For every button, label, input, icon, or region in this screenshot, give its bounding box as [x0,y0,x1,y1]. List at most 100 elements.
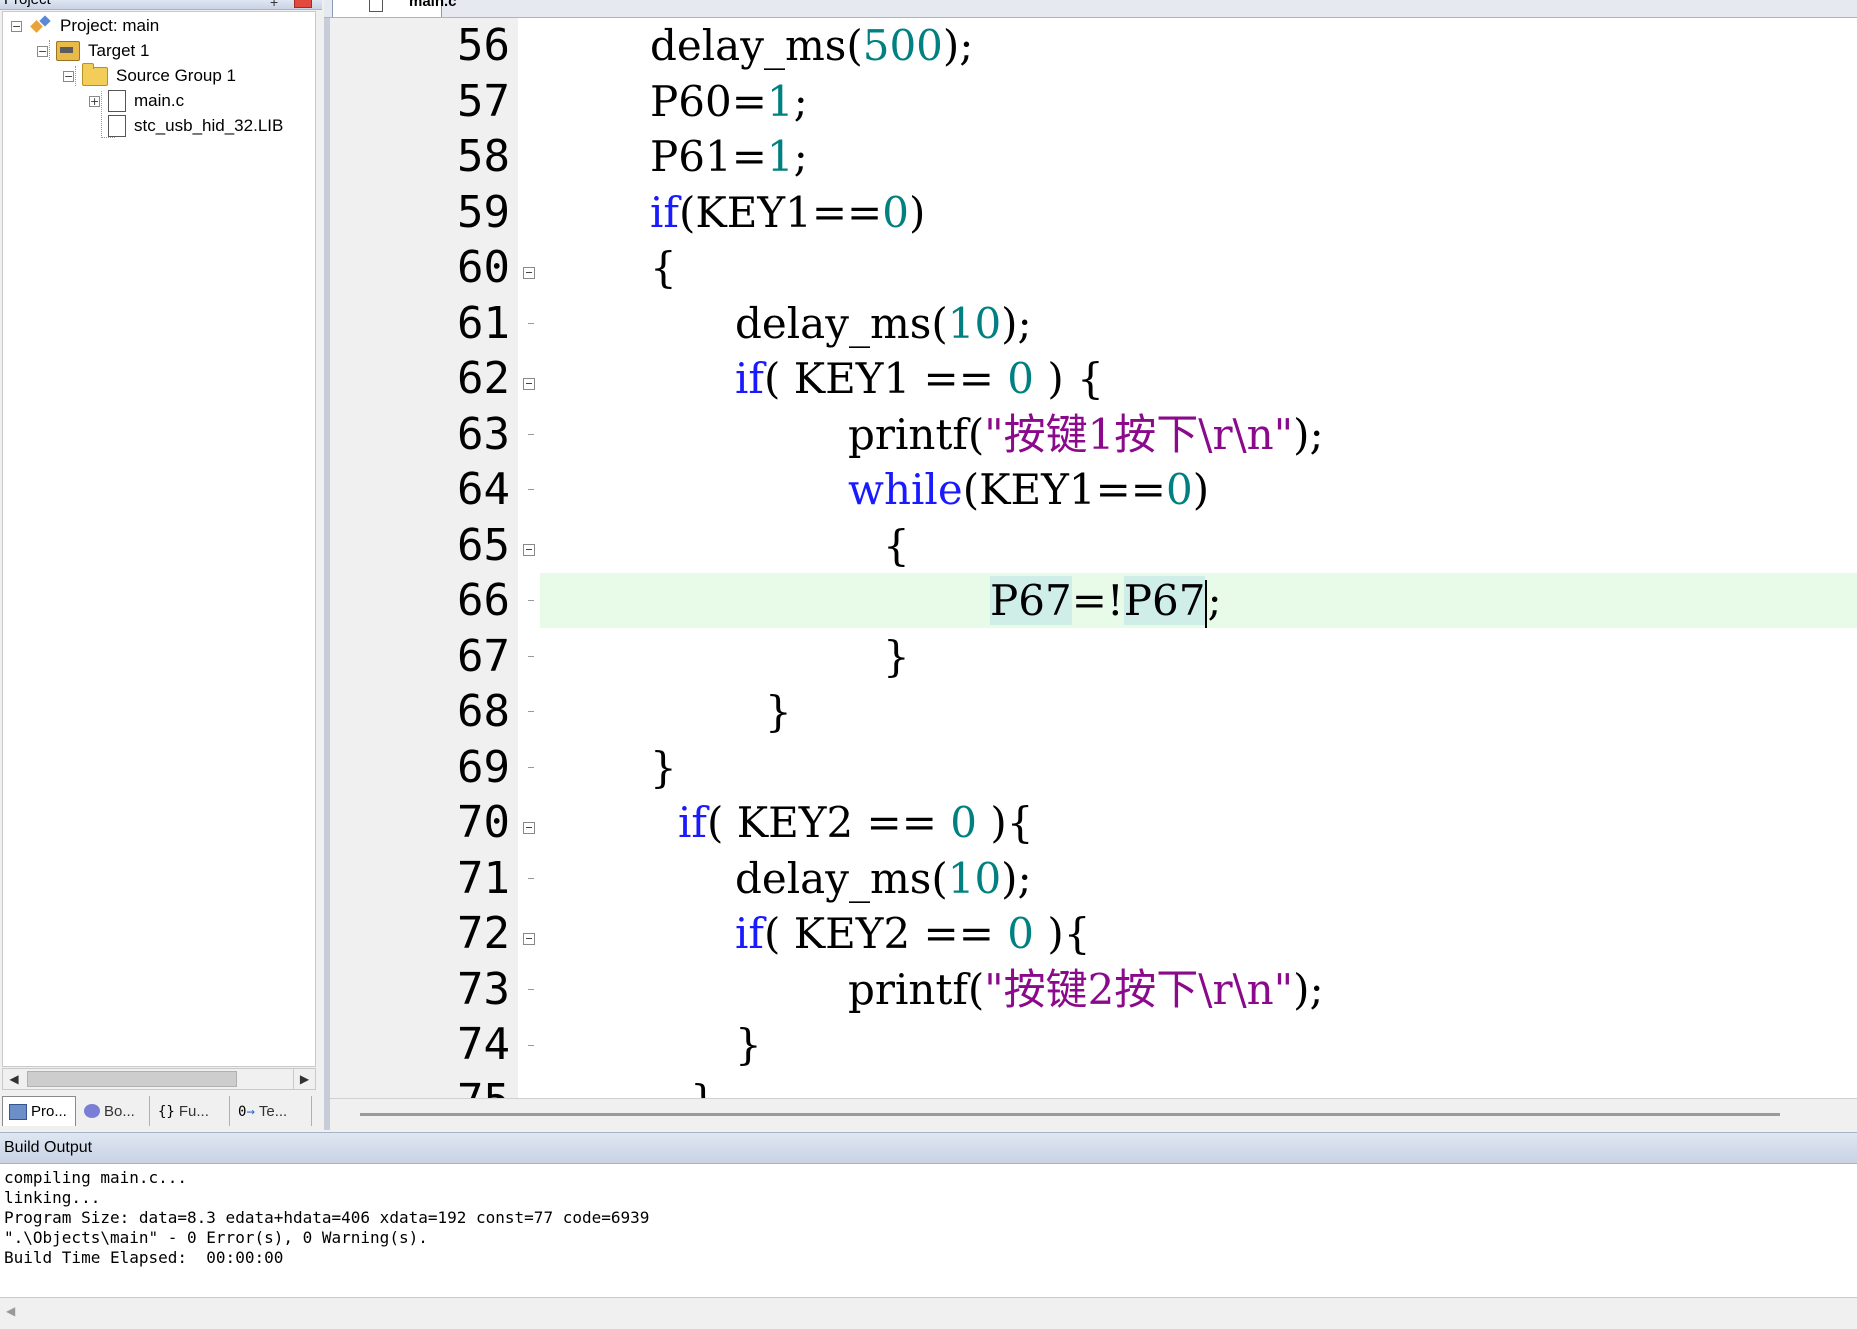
fold-collapse-icon[interactable] [523,267,535,279]
tab-label: Fu... [178,1102,209,1120]
code-line-73: printf("按键2按下\r\n"); [848,964,1324,1014]
line-number: 69 [457,741,510,793]
tree-item-source-group[interactable]: − Source Group 1 [63,62,236,89]
project-panel-title: Project [4,0,51,8]
code-editor[interactable]: 56 57 58 59 60 61 62 63 64 65 66 67 68 6… [324,18,1857,1130]
fold-collapse-icon[interactable] [523,378,535,390]
scrollbar-thumb[interactable] [27,1071,237,1087]
fold-collapse-icon[interactable] [523,933,535,945]
functions-tab-icon: {} [158,1104,175,1120]
line-number: 72 [457,908,510,959]
project-horizontal-scrollbar[interactable]: ◀ ▶ [2,1068,316,1090]
tree-item-label: main.c [134,91,185,110]
tab-main-c[interactable]: main.c [332,0,457,17]
code-line-69: } [650,742,677,792]
code-line-62: if( KEY1 == 0 ) { [735,354,1104,403]
text-cursor [1205,580,1208,628]
tab-label: Te... [258,1102,288,1120]
line-number: 70 [457,797,510,848]
build-output-scrollbar[interactable]: ◀ [0,1300,1857,1329]
templates-tab-icon: 0→ [238,1104,255,1120]
line-number: 61 [457,297,510,349]
collapse-icon[interactable]: − [11,20,22,32]
project-panel: Project + − Project: main − Target 1 − S… [0,0,322,1130]
code-line-65: { [883,520,910,570]
line-number: 66 [457,575,510,626]
target-icon [56,41,80,61]
scroll-left-icon[interactable]: ◀ [3,1069,25,1089]
tab-functions[interactable]: {} Fu... [152,1096,230,1126]
tree-item-label: stc_usb_hid_32.LIB [134,116,284,135]
line-number: 64 [457,464,510,515]
tree-item-project[interactable]: − Project: main [11,13,159,39]
line-number: 63 [457,408,510,460]
expand-icon[interactable]: + [89,95,100,107]
code-text-area[interactable]: delay_ms(500); P60=1; P61=1; if(KEY1==0)… [540,18,1857,1098]
code-line-74: } [735,1020,762,1069]
folder-icon [82,62,108,86]
tree-item-target[interactable]: − Target 1 [37,38,149,64]
tree-item-label: Project: main [60,16,160,35]
collapse-icon[interactable]: − [63,70,74,82]
code-line-63: printf("按键1按下\r\n"); [848,409,1324,459]
tree-item-main-c[interactable]: + main.c [89,88,184,114]
code-line-75: } [690,1073,717,1099]
file-icon [108,90,126,112]
line-number: 65 [457,519,510,571]
tab-project[interactable]: Pro... [2,1096,76,1126]
file-icon [369,0,383,12]
tree-item-lib[interactable]: stc_usb_hid_32.LIB [108,113,283,139]
line-number: 73 [457,963,510,1015]
code-line-61: delay_ms(10); [735,298,1032,348]
line-number: 60 [457,242,510,293]
line-number: 71 [457,852,510,904]
code-line-57: P60=1; [650,76,808,126]
code-line-70: if( KEY2 == 0 ){ [678,798,1034,847]
fold-margin [518,18,540,1098]
build-output-header: Build Output [0,1132,1857,1164]
code-line-71: delay_ms(10); [735,853,1032,903]
line-number: 56 [457,20,510,71]
project-tree: − Project: main − Target 1 − Source Grou… [2,11,316,1067]
code-line-67: } [883,631,910,681]
editor-horizontal-scrollbar[interactable] [330,1098,1857,1130]
project-icon [30,16,52,36]
line-number: 57 [457,75,510,127]
editor-tab-bar: main.c [324,0,1857,18]
tab-books[interactable]: Bo... [78,1096,150,1126]
build-output-title: Build Output [4,1139,93,1156]
code-line-56: delay_ms(500); [650,21,974,70]
code-line-72: if( KEY2 == 0 ){ [735,909,1091,958]
project-panel-header: Project + [0,0,322,10]
fold-collapse-icon[interactable] [523,544,535,556]
output-line: Build Time Elapsed: 00:00:00 [4,1248,284,1267]
code-line-66: P67=!P67; [990,573,1222,628]
collapse-icon[interactable]: − [37,45,48,57]
close-icon[interactable] [294,0,312,8]
line-number: 58 [457,131,510,182]
line-number: 59 [457,186,510,238]
line-number-gutter: 56 57 58 59 60 61 62 63 64 65 66 67 68 6… [330,18,518,1126]
tab-templates[interactable]: 0→ Te... [232,1096,312,1126]
tab-label: Bo... [104,1102,135,1120]
scroll-right-icon[interactable]: ▶ [293,1069,315,1089]
scroll-left-icon[interactable]: ◀ [6,1304,15,1318]
project-tab-icon [9,1103,27,1120]
code-line-68: } [765,687,792,736]
tree-item-label: Target 1 [88,41,150,60]
line-number: 67 [457,630,510,682]
fold-collapse-icon[interactable] [523,822,535,834]
line-number: 62 [457,353,510,404]
project-bottom-tabs: Pro... Bo... {} Fu... 0→ Te... [2,1096,316,1126]
code-line-58: P61=1; [650,132,808,181]
pin-icon[interactable]: + [270,0,278,9]
books-tab-icon [84,1104,100,1118]
code-line-60: { [650,243,677,292]
code-line-64: while(KEY1==0) [848,465,1210,514]
file-icon [108,115,126,137]
line-number: 74 [457,1019,510,1070]
line-number: 68 [457,686,510,737]
code-line-59: if(KEY1==0) [650,187,926,237]
build-output-panel: compiling main.c... linking... Program S… [0,1164,1857,1298]
scrollbar-track[interactable] [360,1113,1780,1116]
